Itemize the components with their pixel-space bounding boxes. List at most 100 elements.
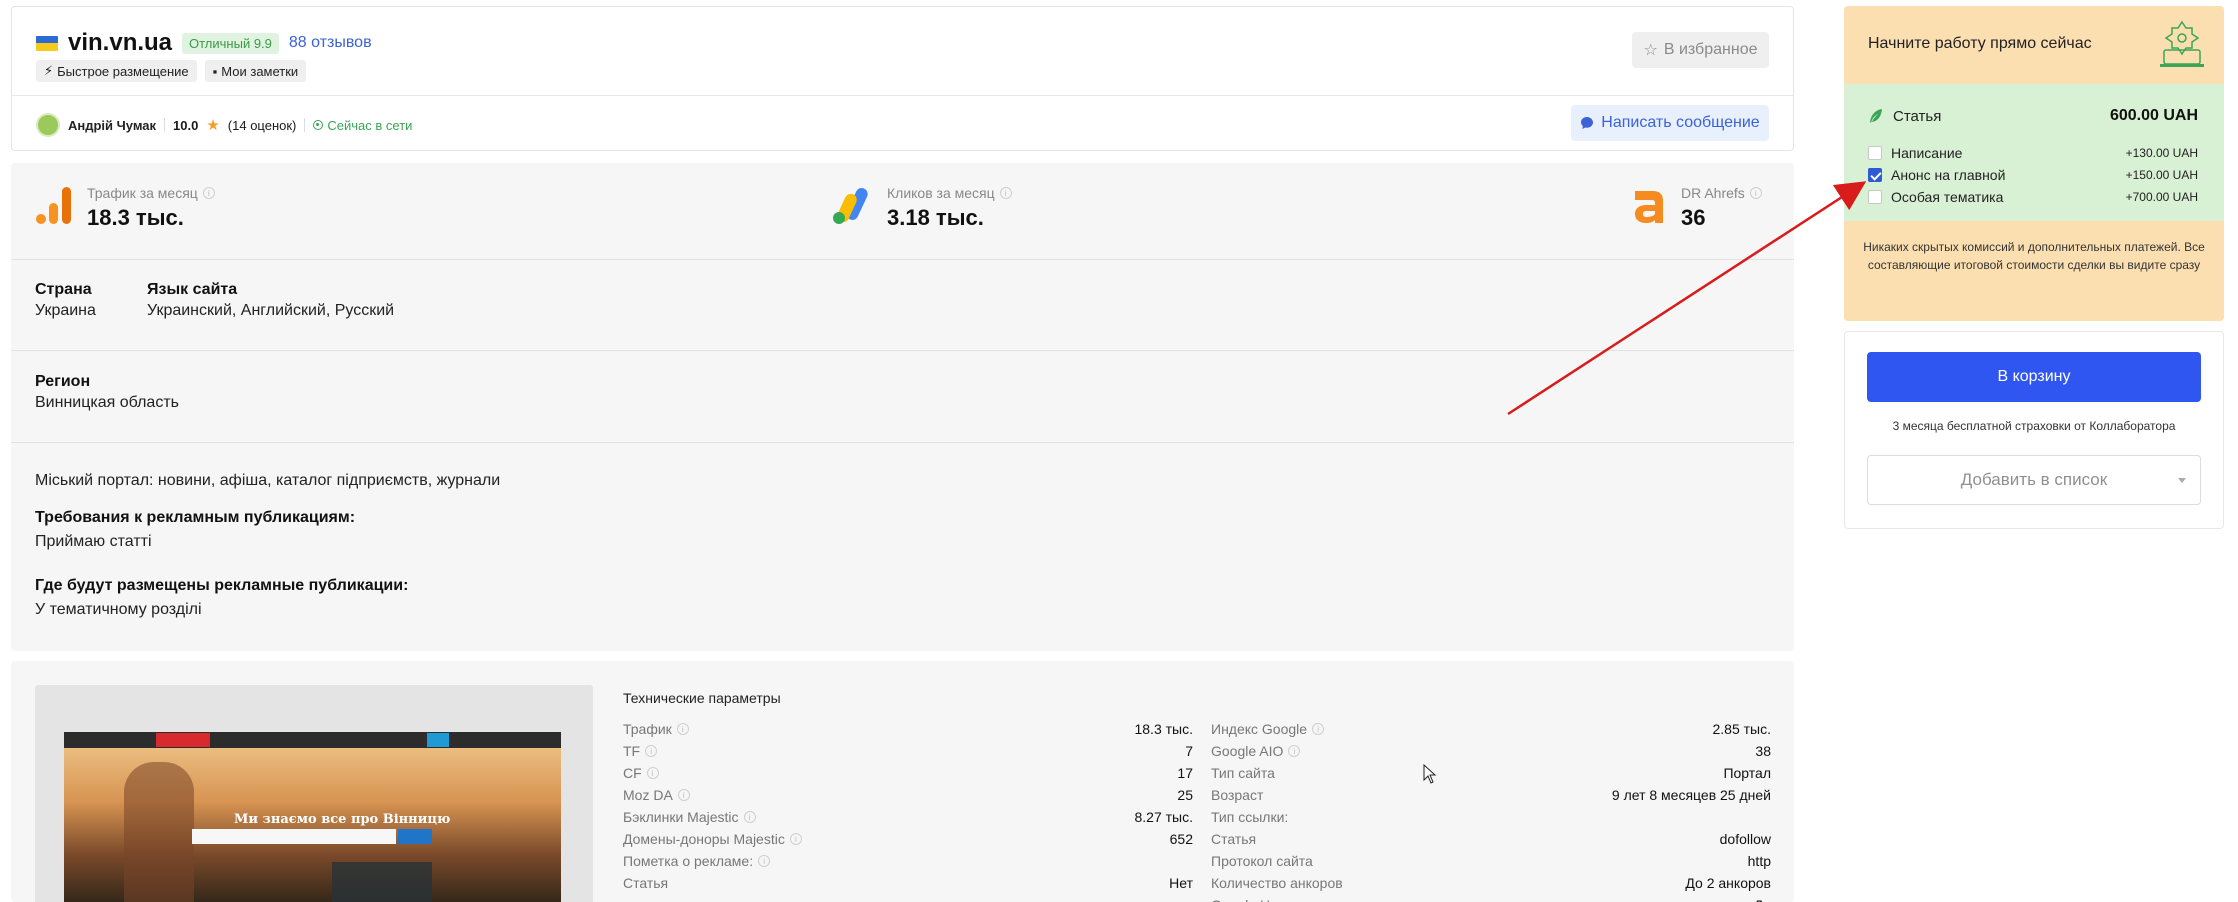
promo-text: Начните работу прямо сейчас	[1868, 35, 2092, 52]
option-price: +700.00 UAH	[2125, 190, 2198, 204]
tech-param-key: Google Новости	[1211, 897, 1314, 902]
tech-param-key: Протокол сайта	[1211, 853, 1313, 869]
info-icon[interactable]: i	[202, 187, 215, 199]
tag-label: Мои заметки	[221, 63, 299, 79]
avatar[interactable]	[36, 113, 60, 137]
write-message-button[interactable]: Написать сообщение	[1571, 105, 1769, 141]
divider	[12, 95, 1793, 96]
tech-param-row: Moz DA i 25	[623, 784, 1193, 806]
chat-bubble-icon	[1581, 117, 1594, 129]
option-homepage-announce-checkbox[interactable]	[1868, 168, 1882, 182]
tech-param-key-text: CF	[623, 765, 642, 781]
rocket-laptop-icon	[2160, 20, 2204, 67]
divider	[304, 118, 306, 132]
price-box: Статья 600.00 UAH Написание +130.00 UAH …	[1844, 84, 2224, 221]
option-special-topic-checkbox[interactable]	[1868, 190, 1882, 204]
site-screenshot: Ми знаємо все про Вінницю	[64, 732, 561, 902]
reviews-link[interactable]: 88 отзывов	[289, 34, 372, 52]
tech-param-row: CF i 17	[623, 762, 1193, 784]
option-label: Особая тематика	[1891, 189, 2004, 205]
metric-label-text: Кликов за месяц	[887, 185, 995, 201]
star-outline-icon: ☆	[1643, 42, 1658, 59]
online-status-label: Сейчас в сети	[327, 117, 413, 133]
online-status: Сейчас в сети	[313, 118, 412, 133]
author-name[interactable]: Андрій Чумак	[68, 118, 156, 133]
feather-icon	[1870, 109, 1882, 123]
tech-param-value: 18.3 тыс.	[1134, 721, 1193, 737]
screenshot-nav-bar	[64, 732, 561, 748]
info-icon[interactable]: i	[999, 187, 1012, 199]
metric-label: Кликов за месяц i	[887, 185, 1012, 201]
region-label: Регион	[35, 373, 91, 390]
tech-param-key-text: Индекс Google	[1211, 721, 1308, 737]
info-icon[interactable]: i	[1749, 187, 1762, 199]
tech-param-key: Количество анкоров	[1211, 875, 1343, 891]
tech-param-value: 652	[1169, 831, 1193, 847]
tech-param-value: 2.85 тыс.	[1712, 721, 1771, 737]
info-icon[interactable]: i	[758, 855, 771, 867]
author-score: 10.0	[173, 117, 199, 133]
tech-param-key-text: Тип сайта	[1211, 765, 1275, 781]
tech-param-key: Пометка о рекламе: i	[623, 853, 771, 869]
tech-param-key: CF i	[623, 765, 659, 781]
option-label: Анонс на главной	[1891, 167, 2006, 183]
info-icon[interactable]: i	[1312, 723, 1325, 735]
option-row: Особая тематика +700.00 UAH	[1868, 189, 2198, 205]
info-icon[interactable]: i	[789, 833, 802, 845]
tech-param-key: TF i	[623, 743, 658, 759]
tag-my-notes[interactable]: ▪ Мои заметки	[204, 60, 307, 82]
screenshot-search-button	[398, 829, 432, 844]
info-icon[interactable]: i	[676, 723, 689, 735]
tech-param-key-text: Статья	[1211, 831, 1257, 847]
metric-traffic: Трафик за месяц i 18.3 тыс.	[35, 185, 215, 231]
author-row: Андрій Чумак 10.0 ★ (14 оценок) Сейчас в…	[36, 113, 412, 137]
tech-param-key-text: Протокол сайта	[1211, 853, 1313, 869]
info-icon[interactable]: i	[1288, 745, 1301, 757]
write-message-label: Написать сообщение	[1601, 114, 1760, 131]
tech-param-key: Бэклинки Majestic i	[623, 809, 756, 825]
tech-param-value: Да	[1754, 897, 1771, 902]
tech-param-value: dofollow	[1719, 831, 1771, 847]
tech-param-key: Moz DA i	[623, 787, 690, 803]
add-to-list-dropdown[interactable]: Добавить в список	[1867, 455, 2201, 505]
divider	[11, 259, 1794, 260]
tech-param-key-text: Google AIO	[1211, 743, 1284, 759]
cart-panel: В корзину 3 месяца бесплатной страховки …	[1844, 331, 2224, 529]
online-dot-icon	[313, 120, 324, 130]
add-to-cart-button[interactable]: В корзину	[1867, 352, 2201, 402]
tech-param-key-text: Домены-доноры Majestic	[623, 831, 785, 847]
info-icon[interactable]: i	[743, 811, 756, 823]
site-description: Міський портал: новини, афіша, каталог п…	[35, 472, 501, 489]
favorite-button[interactable]: ☆ В избранное	[1632, 32, 1769, 68]
ukraine-flag-icon	[36, 35, 58, 51]
info-icon[interactable]: i	[677, 789, 690, 801]
tech-param-key-text: Moz DA	[623, 787, 673, 803]
tech-params-title: Технические параметры	[623, 690, 781, 706]
divider	[11, 350, 1794, 351]
star-icon: ★	[206, 117, 220, 134]
tech-param-key-text: Трафик	[623, 721, 672, 737]
option-label: Написание	[1891, 145, 1963, 161]
tram-shape	[332, 862, 432, 902]
tech-param-key-text: Пометка о рекламе:	[623, 853, 754, 869]
info-icon[interactable]: i	[645, 745, 658, 757]
lightning-icon: ⚡	[44, 63, 54, 78]
option-writing-checkbox[interactable]	[1868, 146, 1882, 160]
screenshot-logo	[156, 733, 210, 747]
tech-param-key-text: Тип ссылки:	[1211, 809, 1289, 825]
insurance-text: 3 месяца бесплатной страховки от Коллабо…	[1892, 419, 2176, 433]
tech-param-key: Статья	[623, 875, 668, 891]
tech-param-row: Количество анкоров До 2 анкоров	[1211, 872, 1771, 894]
tech-param-row: Трафик i 18.3 тыс.	[623, 718, 1193, 740]
site-preview[interactable]: Ми знаємо все про Вінницю	[35, 685, 593, 902]
tech-param-row: TF i 7	[623, 740, 1193, 762]
tech-param-value: http	[1747, 853, 1771, 869]
info-icon[interactable]: i	[646, 767, 659, 779]
tech-param-row: Тип сайта Портал	[1211, 762, 1771, 784]
language-block: Язык сайта Украинский, Английский, Русск…	[147, 281, 394, 320]
tech-param-row: Тип ссылки:	[1211, 806, 1771, 828]
site-info-card: Трафик за месяц i 18.3 тыс. Кликов за ме…	[11, 163, 1794, 651]
tech-param-key: Индекс Google i	[1211, 721, 1325, 737]
country-block: Страна Украина	[35, 281, 96, 320]
tag-fast-placement[interactable]: ⚡ Быстрое размещение	[36, 60, 197, 82]
